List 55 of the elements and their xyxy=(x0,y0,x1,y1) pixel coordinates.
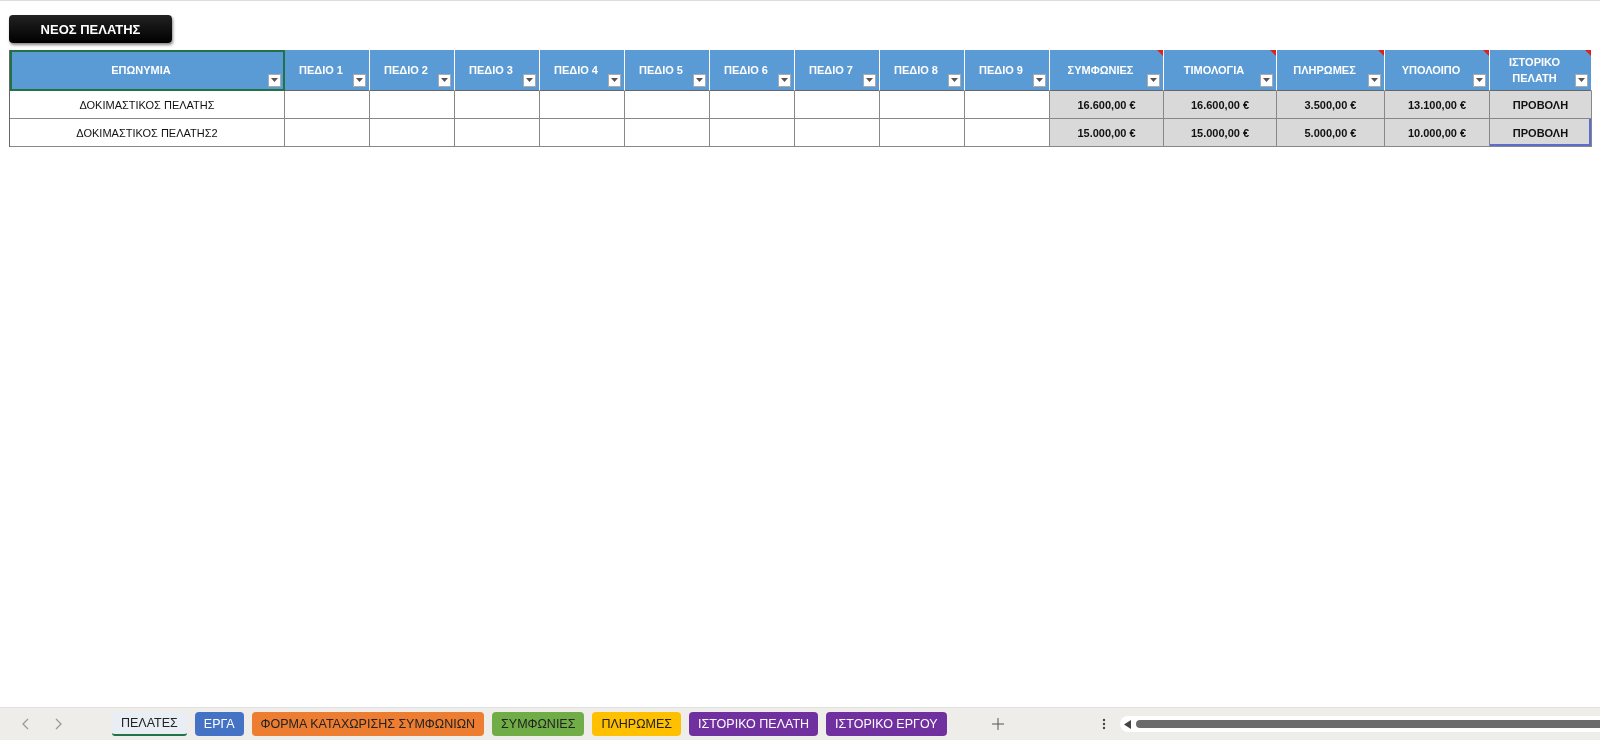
table-cell: 13.100,00 € xyxy=(1385,91,1490,119)
column-header: ΠΕΔΙΟ 6 xyxy=(710,50,795,91)
filter-dropdown-icon[interactable] xyxy=(693,74,706,87)
filter-dropdown-icon[interactable] xyxy=(523,74,536,87)
sheet-tab[interactable]: ΠΛΗΡΩΜΕΣ xyxy=(592,712,681,736)
filter-dropdown-icon[interactable] xyxy=(1575,74,1588,87)
filter-dropdown-icon[interactable] xyxy=(1368,74,1381,87)
sheet-tab[interactable]: ΣΥΜΦΩΝΙΕΣ xyxy=(492,712,585,736)
table-cell: 16.600,00 € xyxy=(1050,91,1164,119)
column-header: ΣΥΜΦΩΝΙΕΣ xyxy=(1050,50,1164,91)
filter-dropdown-icon[interactable] xyxy=(268,74,281,87)
filter-dropdown-icon[interactable] xyxy=(608,74,621,87)
column-header: ΥΠΟΛΟΙΠΟ xyxy=(1385,50,1490,91)
column-header: ΠΕΔΙΟ 1 xyxy=(285,50,370,91)
table-cell: ΔΟΚΙΜΑΣΤΙΚΟΣ ΠΕΛΑΤΗΣ xyxy=(10,91,285,119)
filter-dropdown-icon[interactable] xyxy=(1260,74,1273,87)
horizontal-scrollbar[interactable] xyxy=(1119,716,1600,732)
table-cell: 3.500,00 € xyxy=(1277,91,1385,119)
sheet-tab[interactable]: ΠΕΛΑΤΕΣ xyxy=(112,712,187,736)
table-cell: 15.000,00 € xyxy=(1050,119,1164,147)
column-header: ΠΕΔΙΟ 9 xyxy=(965,50,1050,91)
filter-dropdown-icon[interactable] xyxy=(438,74,451,87)
table-cell: 10.000,00 € xyxy=(1385,119,1490,147)
filter-dropdown-icon[interactable] xyxy=(1473,74,1486,87)
sheet-tab[interactable]: ΕΡΓΑ xyxy=(194,712,244,736)
sheet-tab[interactable]: ΦΟΡΜΑ ΚΑΤΑΧΩΡΙΣΗΣ ΣΥΜΦΩΝΙΩΝ xyxy=(251,712,485,736)
column-header: ΠΛΗΡΩΜΕΣ xyxy=(1277,50,1385,91)
filter-dropdown-icon[interactable] xyxy=(948,74,961,87)
column-header: ΕΠΩΝΥΜΙΑ xyxy=(10,50,285,91)
new-customer-button[interactable]: ΝΕΟΣ ΠΕΛΑΤΗΣ xyxy=(9,15,172,43)
table-cell: 16.600,00 € xyxy=(1164,91,1277,119)
more-options-icon[interactable] xyxy=(1101,718,1106,730)
comment-indicator-icon xyxy=(1585,50,1591,56)
column-header: ΠΕΔΙΟ 5 xyxy=(625,50,710,91)
column-header: ΠΕΔΙΟ 3 xyxy=(455,50,540,91)
table-cell: 15.000,00 € xyxy=(1164,119,1277,147)
filter-dropdown-icon[interactable] xyxy=(863,74,876,87)
sheet-tab[interactable]: ΙΣΤΟΡΙΚΟ ΠΕΛΑΤΗ xyxy=(689,712,819,736)
table-cell: 5.000,00 € xyxy=(1277,119,1385,147)
column-header: ΠΕΔΙΟ 7 xyxy=(795,50,880,91)
table-cell: ΔΟΚΙΜΑΣΤΙΚΟΣ ΠΕΛΑΤΗΣ2 xyxy=(10,119,285,147)
filter-dropdown-icon[interactable] xyxy=(778,74,791,87)
scroll-left-icon[interactable] xyxy=(1123,719,1131,729)
view-link[interactable]: ΠΡΟΒΟΛΗ xyxy=(1490,119,1592,147)
column-header: ΠΕΔΙΟ 4 xyxy=(540,50,625,91)
column-header: ΤΙΜΟΛΟΓΙΑ xyxy=(1164,50,1277,91)
filter-dropdown-icon[interactable] xyxy=(1147,74,1160,87)
column-header: ΠΕΔΙΟ 2 xyxy=(370,50,455,91)
filter-dropdown-icon[interactable] xyxy=(353,74,366,87)
filter-dropdown-icon[interactable] xyxy=(1033,74,1046,87)
sheet-tab[interactable]: ΙΣΤΟΡΙΚΟ ΕΡΓΟΥ xyxy=(826,712,947,736)
view-link[interactable]: ΠΡΟΒΟΛΗ xyxy=(1490,91,1592,119)
add-sheet-icon[interactable] xyxy=(991,718,1004,730)
column-header: ΠΕΔΙΟ 8 xyxy=(880,50,965,91)
column-header: ΙΣΤΟΡΙΚΟ ΠΕΛΑΤΗ xyxy=(1490,50,1592,91)
